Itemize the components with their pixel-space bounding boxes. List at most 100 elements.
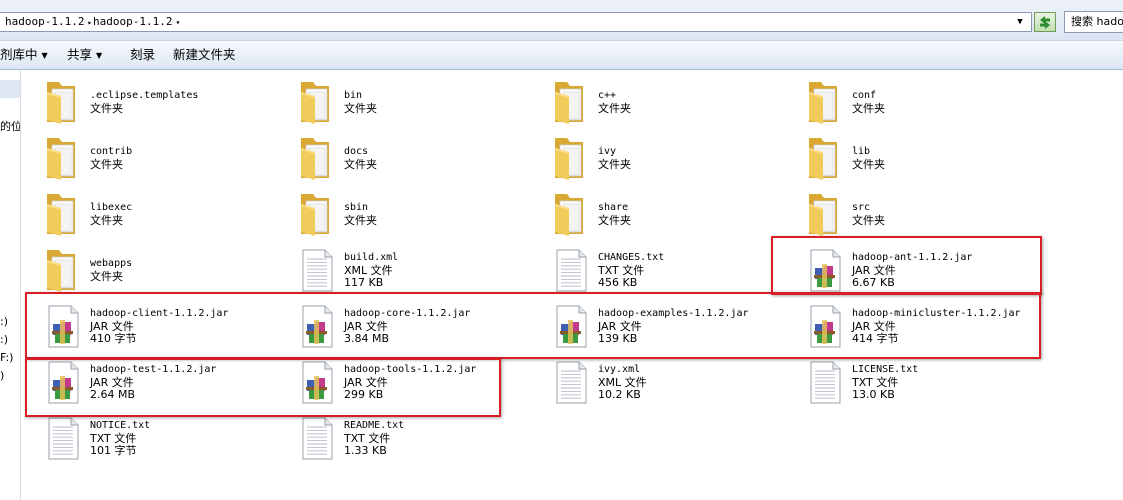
folder-item[interactable]: contrib 文件夹 (44, 134, 284, 186)
file-type: 文件夹 (598, 213, 631, 227)
folder-icon (44, 190, 82, 238)
file-item[interactable]: build.xml XML 文件 117 KB (298, 246, 538, 298)
file-size: 101 字节 (90, 444, 137, 457)
folder-icon (298, 78, 336, 126)
nav-item-fragment[interactable]: :) (0, 333, 8, 346)
file-type: 文件夹 (598, 157, 631, 171)
highlight-box (25, 292, 1041, 359)
command-bar: 剂库中 ▼ 共享 ▼ 刻录 新建文件夹 (0, 40, 1123, 70)
file-type: 文件夹 (344, 157, 377, 171)
breadcrumb-item[interactable]: hadoop-1.1.2 ▸ (5, 13, 92, 32)
burn-button[interactable]: 刻录 (130, 41, 155, 69)
new-folder-button[interactable]: 新建文件夹 (173, 41, 236, 69)
folder-item[interactable]: ivy 文件夹 (552, 134, 792, 186)
file-item[interactable]: ivy.xml XML 文件 10.2 KB (552, 358, 792, 410)
file-name: libexec (90, 202, 133, 213)
folder-icon (44, 134, 82, 182)
file-name: LICENSE.txt (852, 364, 919, 375)
file-name: build.xml (344, 252, 399, 263)
folder-icon (298, 134, 336, 182)
folder-item[interactable]: webapps 文件夹 (44, 246, 284, 298)
file-item[interactable]: LICENSE.txt TXT 文件 13.0 KB (806, 358, 1046, 410)
file-name: ivy.xml (598, 364, 641, 375)
file-type: 文件夹 (344, 101, 377, 115)
address-dropdown-icon[interactable]: ▼ (1012, 13, 1028, 31)
document-icon (552, 358, 590, 406)
nav-item-fragment[interactable]: ) (0, 369, 4, 382)
chevron-down-icon: ▼ (96, 51, 103, 60)
folder-item[interactable]: docs 文件夹 (298, 134, 538, 186)
folder-item[interactable]: c++ 文件夹 (552, 78, 792, 130)
document-icon (298, 246, 336, 294)
include-in-library-button[interactable]: 剂库中 ▼ (0, 41, 48, 69)
file-name: NOTICE.txt (90, 420, 151, 431)
nav-item-fragment[interactable]: :) (0, 315, 8, 328)
file-name: ivy (598, 146, 617, 157)
file-type: 文件夹 (852, 213, 885, 227)
folder-icon (552, 190, 590, 238)
share-button[interactable]: 共享 ▼ (67, 41, 102, 69)
file-name: share (598, 202, 629, 213)
refresh-icon (1040, 16, 1050, 29)
chevron-right-icon[interactable]: ▸ (87, 18, 92, 27)
folder-icon (806, 190, 844, 238)
file-item[interactable]: README.txt TXT 文件 1.33 KB (298, 414, 538, 466)
refresh-button[interactable] (1034, 12, 1056, 32)
file-name: sbin (344, 202, 369, 213)
folder-item[interactable]: src 文件夹 (806, 190, 1046, 242)
folder-item[interactable]: libexec 文件夹 (44, 190, 284, 242)
file-name: lib (852, 146, 871, 157)
file-type: 文件夹 (344, 213, 377, 227)
nav-selected-item[interactable] (0, 80, 20, 98)
address-bar[interactable]: hadoop-1.1.2 ▸ hadoop-1.1.2 ▾ ▼ (0, 12, 1032, 32)
document-icon (552, 246, 590, 294)
folder-item[interactable]: sbin 文件夹 (298, 190, 538, 242)
folder-icon (44, 246, 82, 294)
file-type: 文件夹 (598, 101, 631, 115)
file-size: 1.33 KB (344, 444, 387, 457)
file-type: 文件夹 (852, 157, 885, 171)
file-item[interactable]: CHANGES.txt TXT 文件 456 KB (552, 246, 792, 298)
folder-icon (298, 190, 336, 238)
breadcrumb-item[interactable]: hadoop-1.1.2 ▾ (93, 13, 180, 32)
search-input[interactable]: 搜索 hado (1064, 11, 1123, 33)
highlight-box (771, 236, 1042, 295)
nav-item-fragment[interactable]: 的位 (0, 118, 20, 134)
folder-item[interactable]: .eclipse.templates 文件夹 (44, 78, 284, 130)
folder-item[interactable]: bin 文件夹 (298, 78, 538, 130)
file-size: 456 KB (598, 276, 638, 289)
file-name: CHANGES.txt (598, 252, 665, 263)
folder-icon (806, 78, 844, 126)
document-icon (806, 358, 844, 406)
file-type: 文件夹 (90, 213, 123, 227)
file-name: webapps (90, 258, 133, 269)
file-size: 13.0 KB (852, 388, 895, 401)
file-type: 文件夹 (852, 101, 885, 115)
folder-item[interactable]: lib 文件夹 (806, 134, 1046, 186)
folder-icon (806, 134, 844, 182)
file-type: 文件夹 (90, 101, 123, 115)
folder-item[interactable]: share 文件夹 (552, 190, 792, 242)
file-name: c++ (598, 90, 617, 101)
file-name: src (852, 202, 871, 213)
folder-item[interactable]: conf 文件夹 (806, 78, 1046, 130)
highlight-box (25, 358, 501, 417)
file-item[interactable]: NOTICE.txt TXT 文件 101 字节 (44, 414, 284, 466)
file-name: .eclipse.templates (90, 90, 199, 101)
nav-item-fragment[interactable]: F:) (0, 351, 13, 364)
folder-icon (44, 78, 82, 126)
navigation-pane[interactable]: 的位 :) :) F:) ) (0, 70, 21, 500)
file-name: README.txt (344, 420, 405, 431)
file-name: contrib (90, 146, 133, 157)
file-name: bin (344, 90, 363, 101)
file-name: conf (852, 90, 877, 101)
file-size: 10.2 KB (598, 388, 641, 401)
chevron-down-icon[interactable]: ▾ (175, 18, 180, 27)
file-type: 文件夹 (90, 269, 123, 283)
address-bar-row: hadoop-1.1.2 ▸ hadoop-1.1.2 ▾ ▼ 搜索 hado (0, 0, 1123, 40)
document-icon (44, 414, 82, 462)
folder-icon (552, 78, 590, 126)
file-name: docs (344, 146, 369, 157)
folder-icon (552, 134, 590, 182)
file-size: 117 KB (344, 276, 384, 289)
